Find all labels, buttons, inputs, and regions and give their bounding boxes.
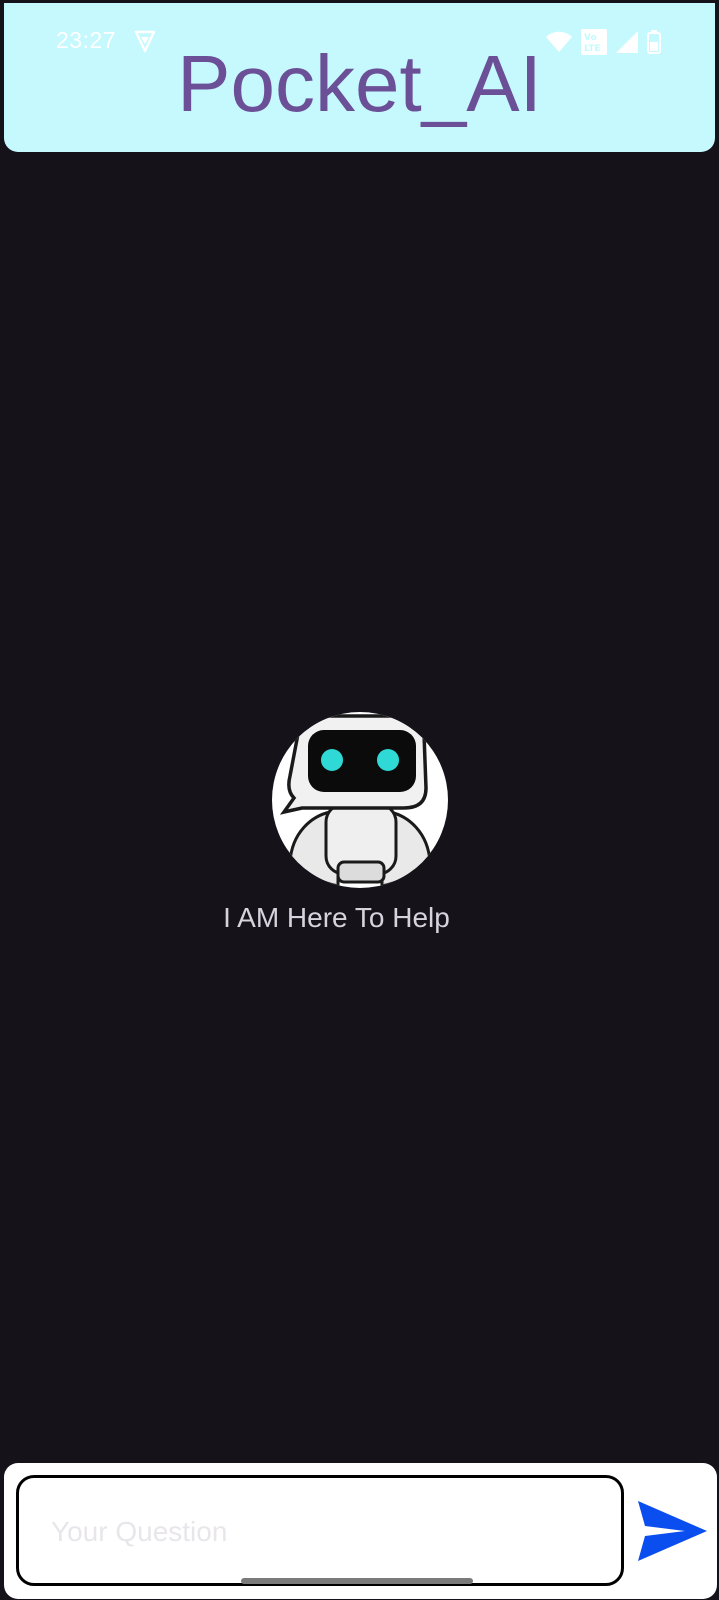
app-screen: 23:27 Vo LTE Pocket_AI I AM Here To Help…: [0, 0, 719, 1600]
gesture-nav-handle[interactable]: [241, 1578, 473, 1584]
question-input-box[interactable]: [16, 1475, 624, 1586]
welcome-text: I AM Here To Help: [223, 902, 450, 933]
question-input[interactable]: [49, 1478, 593, 1585]
welcome-section: I AM Here To Help: [0, 712, 719, 934]
send-icon: [638, 1501, 707, 1561]
app-title: Pocket_AI: [177, 39, 542, 128]
send-button[interactable]: [634, 1497, 710, 1565]
robot-avatar-icon: [271, 712, 448, 888]
